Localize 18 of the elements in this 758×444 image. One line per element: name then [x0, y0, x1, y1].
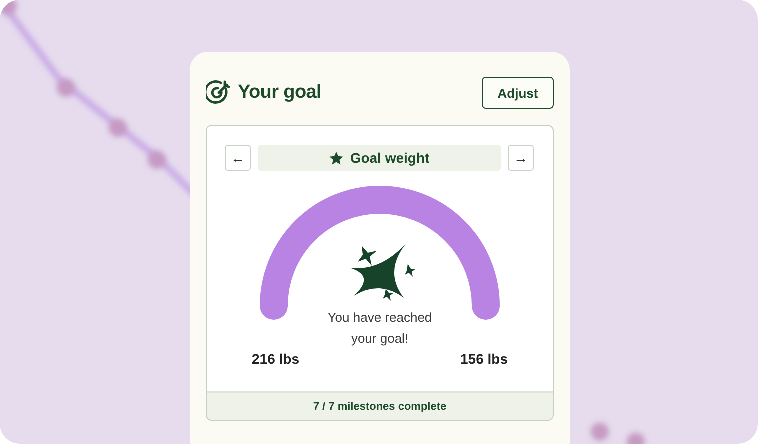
target-icon — [206, 80, 232, 106]
goal-reached-message: You have reached your goal! — [326, 309, 434, 348]
sparkle-drawing — [350, 244, 416, 301]
goal-weight-value: 156 lbs — [460, 351, 508, 367]
previous-button[interactable]: ← — [225, 145, 251, 171]
blurred-point — [148, 151, 166, 169]
goal-weight-text: Goal weight — [350, 150, 430, 166]
blurred-point — [627, 433, 645, 444]
blurred-point — [0, 0, 17, 15]
blurred-point — [109, 119, 127, 137]
blurred-point — [57, 79, 75, 97]
star-icon — [329, 150, 344, 166]
next-button[interactable]: → — [508, 145, 534, 171]
adjust-button[interactable]: Adjust — [482, 77, 554, 109]
milestones-text: 7 / 7 milestones complete — [313, 400, 447, 412]
start-weight-label: 216 lbs — [252, 351, 300, 367]
blurred-point — [591, 423, 609, 441]
card-title: Your goal — [238, 82, 322, 104]
